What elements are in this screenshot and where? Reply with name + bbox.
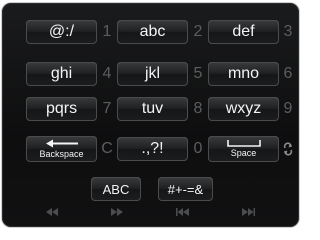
digit-0[interactable]: 0	[190, 137, 206, 161]
key-def[interactable]: def	[208, 20, 279, 44]
key-pqrs[interactable]: pqrs	[26, 97, 97, 121]
key-jkl[interactable]: jkl	[117, 62, 188, 86]
digit-4[interactable]: 4	[99, 62, 115, 86]
skip-next-icon[interactable]	[238, 205, 258, 219]
key-label: .,?!	[141, 140, 164, 157]
rewind-icon[interactable]	[42, 205, 62, 219]
digit-9[interactable]: 9	[280, 97, 296, 121]
key-label: ABC	[102, 181, 130, 197]
digit-3[interactable]: 3	[280, 20, 296, 44]
backspace-button[interactable]: Backspace	[26, 136, 97, 162]
digit-5[interactable]: 5	[190, 62, 206, 86]
key-label: abc	[139, 23, 166, 40]
key-label: mno	[227, 65, 260, 82]
cycle-arrows-icon[interactable]	[280, 137, 296, 161]
digit-7[interactable]: 7	[99, 97, 115, 121]
digit-2[interactable]: 2	[190, 20, 206, 44]
key-label: ghi	[50, 65, 73, 82]
onscreen-keypad: @:/ 1 abc 2 def 3 ghi 4 jkl 5 mno 6 pqrs…	[2, 3, 299, 227]
key-label: tuv	[141, 100, 164, 117]
digit-8[interactable]: 8	[190, 97, 206, 121]
symbols-mode-button[interactable]: #+-=&	[158, 177, 213, 201]
key-tuv[interactable]: tuv	[117, 97, 188, 121]
key-label: jkl	[144, 65, 161, 82]
key-ghi[interactable]: ghi	[26, 62, 97, 86]
digit-1[interactable]: 1	[99, 20, 115, 44]
backspace-label: Backspace	[39, 149, 84, 159]
space-bracket-icon	[226, 140, 261, 147]
clear-button[interactable]: C	[99, 137, 115, 161]
abc-mode-button[interactable]: ABC	[91, 177, 141, 201]
digit-6[interactable]: 6	[280, 62, 296, 86]
space-button[interactable]: Space	[208, 136, 279, 162]
key-symbols-at[interactable]: @:/	[26, 20, 97, 44]
key-label: #+-=&	[167, 181, 204, 197]
key-wxyz[interactable]: wxyz	[208, 97, 279, 121]
key-label: wxyz	[225, 100, 262, 117]
key-punctuation[interactable]: .,?!	[117, 137, 188, 161]
key-label: def	[232, 23, 255, 40]
key-abc[interactable]: abc	[117, 20, 188, 44]
skip-previous-icon[interactable]	[172, 205, 192, 219]
fast-forward-icon[interactable]	[107, 205, 127, 219]
key-label: pqrs	[45, 100, 78, 117]
key-label: @:/	[48, 23, 75, 40]
space-label: Space	[230, 148, 257, 158]
key-mno[interactable]: mno	[208, 62, 279, 86]
left-arrow-icon	[45, 139, 79, 148]
